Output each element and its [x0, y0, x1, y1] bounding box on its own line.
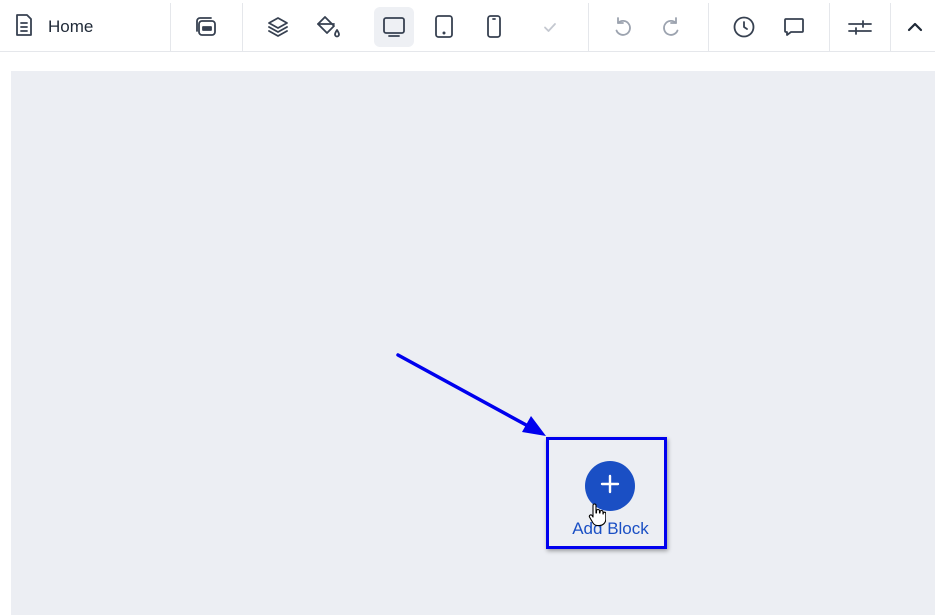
add-block-circle[interactable]: [585, 461, 635, 511]
settings-sliders-icon: [847, 15, 873, 39]
editor-toolbar: Home: [0, 0, 935, 52]
save-template-icon: [194, 15, 218, 39]
mobile-view-icon: [485, 14, 503, 40]
toolbar-divider: [242, 3, 243, 51]
toolbar-divider: [890, 3, 891, 51]
publish-check-button[interactable]: [530, 7, 570, 47]
comments-button[interactable]: [774, 7, 814, 47]
layers-button[interactable]: [258, 7, 298, 47]
collapse-toolbar-button[interactable]: [895, 7, 935, 47]
toolbar-divider: [170, 3, 171, 51]
redo-icon: [660, 15, 684, 39]
plus-icon: [599, 473, 621, 500]
toolbar-divider: [829, 3, 830, 51]
redo-button[interactable]: [652, 7, 692, 47]
page-name: Home: [48, 17, 94, 36]
toolbar-divider: [708, 3, 709, 51]
undo-icon: [610, 15, 634, 39]
page-selector[interactable]: Home: [14, 7, 93, 47]
page-icon: [14, 13, 34, 42]
history-button[interactable]: [724, 7, 764, 47]
theme-styles-button[interactable]: [308, 7, 348, 47]
add-block-label[interactable]: Add Block: [571, 519, 650, 539]
editor-canvas[interactable]: [11, 71, 935, 615]
chevron-up-icon: [905, 17, 925, 37]
desktop-view-button[interactable]: [374, 7, 414, 47]
paint-bucket-icon: [315, 14, 341, 40]
history-clock-icon: [732, 15, 756, 39]
mobile-view-button[interactable]: [474, 7, 514, 47]
tablet-view-button[interactable]: [424, 7, 464, 47]
toolbar-divider: [588, 3, 589, 51]
save-template-button[interactable]: [186, 7, 226, 47]
add-block-button[interactable]: Add Block: [571, 461, 650, 541]
tablet-view-icon: [433, 14, 455, 40]
settings-button[interactable]: [840, 7, 880, 47]
checkmark-icon: [540, 17, 560, 37]
desktop-view-icon: [381, 15, 407, 39]
layers-icon: [266, 15, 290, 39]
undo-button[interactable]: [602, 7, 642, 47]
comment-icon: [782, 15, 806, 39]
